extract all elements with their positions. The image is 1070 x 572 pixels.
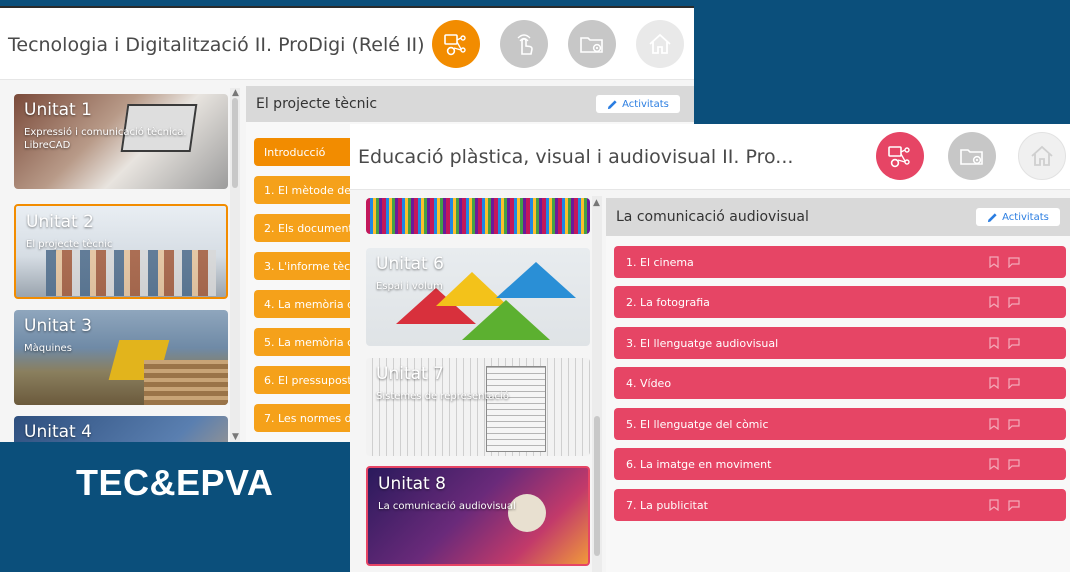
unit-name: Unitat 2 — [26, 212, 94, 232]
topic-label: 2. La fotografia — [626, 295, 710, 309]
bookmark-icon[interactable] — [988, 377, 1000, 389]
unit-subtitle: Sistemes de representació — [376, 391, 509, 402]
unit-name: Unitat 1 — [24, 100, 92, 120]
topic-item[interactable]: 4. La memòria d — [254, 290, 364, 318]
bookmark-icon[interactable] — [988, 458, 1000, 470]
topic-item[interactable]: 2. La fotografia — [614, 286, 1066, 318]
topic-item[interactable]: 5. La memòria c — [254, 328, 364, 356]
activities-label: Activitats — [1002, 211, 1049, 223]
epva-panel-header: La comunicació audiovisual Activitats — [606, 198, 1070, 236]
topic-item[interactable]: 2. Els document — [254, 214, 364, 242]
topic-item[interactable]: 1. El mètode de — [254, 176, 364, 204]
unit-card-5-partial[interactable] — [366, 198, 590, 234]
unit-subtitle: La comunicació audiovisual — [378, 501, 516, 512]
topic-item[interactable]: 6. El pressupost — [254, 366, 364, 394]
digital-resources-button[interactable] — [432, 20, 480, 68]
unit-card-4[interactable]: Unitat 4 — [14, 416, 228, 442]
home-button[interactable] — [636, 20, 684, 68]
bookmark-icon[interactable] — [988, 296, 1000, 308]
product-badge: TEC&EPVA — [76, 462, 274, 503]
comment-icon[interactable] — [1008, 377, 1020, 389]
epva-header: Educació plàstica, visual i audiovisual … — [350, 124, 1070, 190]
unit-card-7[interactable]: Unitat 7 Sistemes de representació — [366, 358, 590, 456]
pencil-icon — [988, 212, 997, 222]
digital-resources-icon — [444, 34, 466, 56]
epva-title: Educació plàstica, visual i audiovisual … — [358, 146, 794, 168]
topic-label: 5. El llenguatge del còmic — [626, 417, 769, 431]
topic-label: 3. El llenguatge audiovisual — [626, 336, 779, 350]
topic-item[interactable]: 3. El llenguatge audiovisual — [614, 327, 1066, 359]
topic-label: 7. La publicitat — [626, 498, 708, 512]
digital-resources-button[interactable] — [876, 132, 924, 180]
unit-subtitle: El projecte tècnic — [26, 239, 113, 250]
tec-unit-list: Unitat 1 Expressió i comunicació tècnica… — [14, 94, 230, 442]
topic-label: 1. El cinema — [626, 255, 694, 269]
home-icon — [649, 33, 671, 54]
unit-card-6[interactable]: Unitat 6 Espai i volum — [366, 248, 590, 346]
scroll-up-icon[interactable]: ▲ — [593, 198, 600, 208]
activities-button[interactable]: Activitats — [976, 208, 1060, 226]
unit-subtitle: Màquines — [24, 343, 72, 354]
folder-settings-button[interactable] — [948, 132, 996, 180]
bookmark-icon[interactable] — [988, 499, 1000, 511]
comment-icon[interactable] — [1008, 337, 1020, 349]
unit-subtitle: Expressió i comunicació tècnica. LibreCA… — [24, 127, 187, 151]
digital-resources-icon — [888, 146, 910, 168]
tec-unit-scrollbar[interactable] — [230, 88, 240, 442]
epva-unit-list: Unitat 6 Espai i volum Unitat 7 Sistemes… — [366, 198, 590, 572]
topic-item[interactable]: 3. L'informe tèc — [254, 252, 364, 280]
comment-icon[interactable] — [1008, 458, 1020, 470]
interactive-button[interactable] — [500, 20, 548, 68]
comment-icon[interactable] — [1008, 296, 1020, 308]
topic-label: 6. La imatge en moviment — [626, 457, 772, 471]
unit-name: Unitat 4 — [24, 422, 92, 442]
scroll-down-icon[interactable]: ▼ — [232, 432, 239, 442]
topic-item[interactable]: 6. La imatge en moviment — [614, 448, 1066, 480]
unit-name: Unitat 8 — [378, 474, 446, 494]
green-boat-image — [462, 300, 550, 340]
panel-title: La comunicació audiovisual — [616, 209, 809, 225]
topic-item[interactable]: 4. Vídeo — [614, 367, 1066, 399]
tec-panel-header: El projecte tècnic Activitats — [246, 86, 694, 122]
pencil-icon — [608, 99, 617, 109]
tec-title: Tecnologia i Digitalització II. ProDigi … — [8, 34, 425, 56]
unit-name: Unitat 3 — [24, 316, 92, 336]
epva-unit-scrollbar[interactable] — [592, 196, 602, 572]
bookmark-icon[interactable] — [988, 418, 1000, 430]
topic-label: 4. Vídeo — [626, 376, 672, 390]
epva-window: Educació plàstica, visual i audiovisual … — [350, 124, 1070, 572]
panel-title: El projecte tècnic — [256, 96, 378, 112]
unit-name: Unitat 6 — [376, 254, 444, 274]
bookmark-icon[interactable] — [988, 256, 1000, 268]
unit-card-3[interactable]: Unitat 3 Màquines — [14, 310, 228, 405]
folder-settings-button[interactable] — [568, 20, 616, 68]
folder-gear-icon — [960, 149, 983, 165]
touch-hand-icon — [517, 34, 533, 55]
topic-item[interactable]: 7. La publicitat — [614, 489, 1066, 521]
scroll-up-icon[interactable]: ▲ — [232, 88, 239, 98]
logs-image — [144, 360, 228, 405]
unit-subtitle: Espai i volum — [376, 281, 443, 292]
epva-unit-panel: La comunicació audiovisual Activitats 1.… — [606, 198, 1070, 572]
comment-icon[interactable] — [1008, 418, 1020, 430]
comment-icon[interactable] — [1008, 256, 1020, 268]
unit-card-8[interactable]: Unitat 8 La comunicació audiovisual — [366, 466, 590, 566]
topic-item[interactable]: 7. Les normes d — [254, 404, 364, 432]
people-image — [46, 250, 216, 296]
unit-card-2[interactable]: Unitat 2 El projecte tècnic — [14, 204, 228, 299]
home-icon — [1031, 145, 1053, 166]
topic-item[interactable]: 5. El llenguatge del còmic — [614, 408, 1066, 440]
activities-label: Activitats — [622, 98, 669, 110]
activities-button[interactable]: Activitats — [596, 95, 680, 113]
tec-header: Tecnologia i Digitalització II. ProDigi … — [0, 8, 694, 80]
unit-name: Unitat 7 — [376, 364, 444, 384]
comment-icon[interactable] — [1008, 499, 1020, 511]
unit-card-1[interactable]: Unitat 1 Expressió i comunicació tècnica… — [14, 94, 228, 189]
bookmark-icon[interactable] — [988, 337, 1000, 349]
topic-item[interactable]: 1. El cinema — [614, 246, 1066, 278]
building-sketch-image — [486, 366, 546, 452]
folder-gear-icon — [580, 37, 603, 53]
home-button[interactable] — [1018, 132, 1066, 180]
